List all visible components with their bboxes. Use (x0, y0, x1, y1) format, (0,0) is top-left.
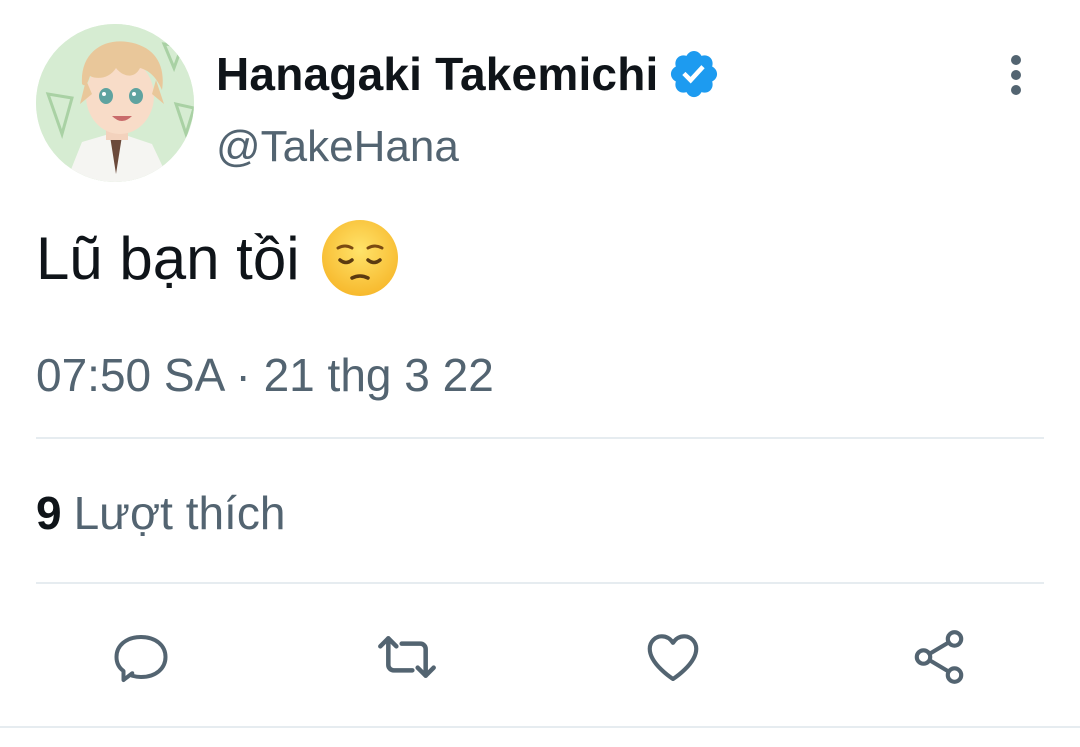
divider (36, 437, 1044, 439)
more-vertical-icon (1011, 55, 1021, 95)
likes-stat[interactable]: 9 Lượt thích (36, 486, 285, 540)
avatar[interactable] (36, 24, 194, 182)
author-name-row: Hanagaki Takemichi (216, 42, 721, 106)
likes-count: 9 (36, 487, 62, 539)
share-button[interactable] (904, 622, 974, 692)
tweet-body: Lũ bạn tồi (36, 218, 400, 298)
reply-button[interactable] (106, 622, 176, 692)
tweet-actions-bar (0, 622, 1080, 692)
avatar-image (36, 24, 194, 182)
likes-label: Lượt thích (73, 487, 286, 539)
tweet-timestamp[interactable]: 07:50 SA · 21 thg 3 22 (36, 348, 494, 402)
author-handle[interactable]: @TakeHana (216, 122, 459, 172)
divider (0, 726, 1080, 728)
tweet-text: Lũ bạn tồi (36, 224, 300, 292)
author-display-name[interactable]: Hanagaki Takemichi (216, 47, 659, 101)
retweet-button[interactable] (372, 622, 442, 692)
divider (36, 582, 1044, 584)
more-options-button[interactable] (996, 50, 1036, 100)
retweet-icon (378, 636, 436, 678)
tweet-detail: Hanagaki Takemichi @TakeHana Lũ bạn tồi (0, 0, 1080, 747)
reply-icon (114, 635, 168, 682)
verified-badge-icon (667, 47, 721, 101)
heart-icon (647, 634, 699, 682)
pensive-face-emoji-icon (320, 218, 400, 298)
like-button[interactable] (638, 622, 708, 692)
share-icon (914, 630, 964, 684)
